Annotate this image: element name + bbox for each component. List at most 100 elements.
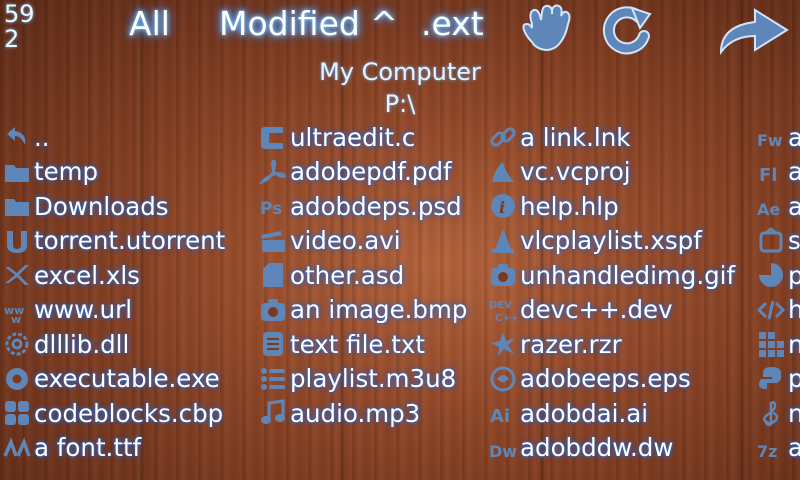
svg-text:Fw: Fw [757,131,783,150]
vlc-icon [488,226,518,256]
link-icon [488,122,518,152]
list-item[interactable]: Fl a [756,155,800,190]
refresh-button[interactable] [596,2,660,58]
svg-text:C++: C++ [495,313,517,324]
svg-text:Dw: Dw [489,442,517,461]
list-item[interactable]: .. [2,120,225,155]
text-file-icon [258,329,288,359]
file-column-1: .. temp Downloads torrent.utorrent excel… [2,120,225,465]
refresh-icon [602,6,652,55]
svg-text:DEV: DEV [489,300,512,311]
flash-icon: Fl [756,157,786,187]
photoshop-icon: Ps [258,191,288,221]
fireworks-icon: Fw [756,122,786,152]
list-item[interactable]: Ps adobdeps.psd [258,189,467,224]
list-item[interactable]: DEV C++ devc++.dev [488,293,735,328]
camera-icon [258,295,288,325]
html-code-icon [756,295,786,325]
list-item[interactable]: an image.bmp [258,293,467,328]
list-item[interactable]: 7z a [756,431,800,466]
list-item[interactable]: playlist.m3u8 [258,362,467,397]
svg-text:Ai: Ai [490,406,510,427]
sort-modified-label: Modified ^ [219,4,398,43]
list-item[interactable]: video.avi [258,224,467,259]
current-path: P:\ [384,90,416,118]
list-item[interactable]: n [756,327,800,362]
excel-icon [2,260,32,290]
python-icon [756,364,786,394]
sort-modified-button[interactable]: Modified ^ [219,2,398,46]
computer-name: My Computer [319,58,481,86]
list-item[interactable]: torrent.utorrent [2,224,225,259]
gear-outline-icon [2,329,32,359]
playlist-icon [258,364,288,394]
settings-box-icon [756,226,786,256]
font-icon [2,433,32,463]
pdf-icon [258,157,288,187]
file-column-3: a link.lnk vc.vcproj i help.hlp vlcplayli… [488,120,735,465]
camera-icon [488,260,518,290]
folder-icon [2,157,32,187]
list-item[interactable]: codeblocks.cbp [2,396,225,431]
forward-arrow-icon [719,8,789,56]
sort-extension-button[interactable]: .ext [421,2,484,46]
forward-button[interactable] [715,2,795,58]
counter-line-1: 59 [4,0,35,28]
list-item[interactable]: other.asd [258,258,467,293]
up-arrow-icon [2,122,32,152]
list-item[interactable]: ultraedit.c [258,120,467,155]
item-counter: 59 2 [4,2,35,52]
list-item[interactable]: Dw adobddw.dw [488,431,735,466]
svg-text:Fl: Fl [759,165,777,186]
devcpp-icon: DEV C++ [488,295,518,325]
music-note-icon [258,398,288,428]
filter-all-button[interactable]: All [129,2,170,46]
list-item[interactable]: s [756,224,800,259]
list-item[interactable]: audio.mp3 [258,396,467,431]
list-item[interactable]: p [756,362,800,397]
info-icon: i [488,191,518,221]
list-item[interactable]: p [756,258,800,293]
list-item[interactable]: Fw a [756,120,800,155]
list-item[interactable]: ww w www.url [2,293,225,328]
pie-chart-icon [756,260,786,290]
list-item[interactable]: Ai adobdai.ai [488,396,735,431]
clapper-icon [258,226,288,256]
list-item[interactable]: Ae a [756,189,800,224]
list-item[interactable]: dlllib.dll [2,327,225,362]
sevenzip-icon: 7z [756,433,786,463]
codeblocks-icon [2,398,32,428]
folder-icon [2,191,32,221]
list-item[interactable]: a link.lnk [488,120,735,155]
hand-icon [522,4,571,52]
svg-text:Ps: Ps [260,199,282,219]
razer-icon [488,329,518,359]
svg-text:7z: 7z [757,442,777,461]
list-item[interactable]: adobepdf.pdf [258,155,467,190]
list-item[interactable]: excel.xls [2,258,225,293]
dreamweaver-icon: Dw [488,433,518,463]
file-column-4: Fw a Fl a Ae a s p h n p n 7z a [756,120,800,465]
location-header: My Computer P:\ [0,56,800,120]
list-item[interactable]: h [756,293,800,328]
list-item[interactable]: a font.ttf [2,431,225,466]
list-item[interactable]: executable.exe [2,362,225,397]
visual-studio-icon [488,157,518,187]
hand-button[interactable] [518,2,582,58]
music-clef-icon [756,398,786,428]
list-item[interactable]: text file.txt [258,327,467,362]
list-item[interactable]: razer.rzr [488,327,735,362]
list-item[interactable]: unhandledimg.gif [488,258,735,293]
list-item[interactable]: i help.hlp [488,189,735,224]
svg-text:Ae: Ae [757,200,780,219]
acrobat-icon: Ae [756,191,786,221]
list-item[interactable]: vc.vcproj [488,155,735,190]
file-icon [258,260,288,290]
list-item[interactable]: adobeeps.eps [488,362,735,397]
list-item[interactable]: vlcplaylist.xspf [488,224,735,259]
list-item[interactable]: n [756,396,800,431]
list-item[interactable]: temp [2,155,225,190]
list-item[interactable]: Downloads [2,189,225,224]
file-column-2: ultraedit.c adobepdf.pdf Ps adobdeps.psd … [258,120,467,431]
gear-icon [2,364,32,394]
